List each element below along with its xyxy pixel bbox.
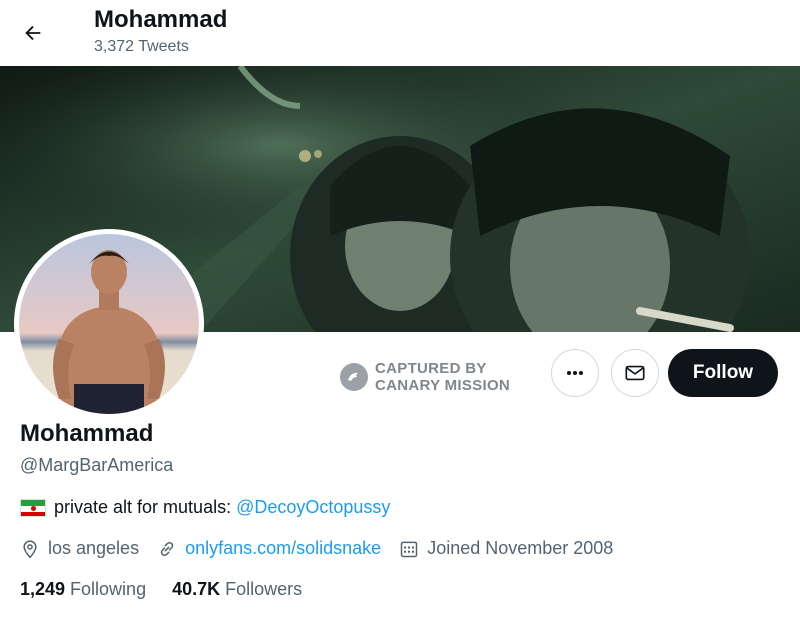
profile-bio: private alt for mutuals: @DecoyOctopussy [20, 497, 390, 518]
followers-count: 40.7K [172, 579, 221, 599]
profile-meta: los angeles onlyfans.com/solidsnake Join… [20, 538, 631, 559]
link-icon [160, 541, 174, 556]
envelope-icon [625, 365, 645, 381]
back-button[interactable] [14, 14, 52, 52]
follow-button[interactable]: Follow [668, 349, 778, 397]
bio-text: private alt for mutuals: [54, 497, 232, 517]
profile-avatar[interactable] [14, 229, 204, 419]
header-name: Mohammad [94, 6, 228, 33]
website-item[interactable]: onlyfans.com/solidsnake [157, 538, 381, 559]
followers-stat[interactable]: 40.7K Followers [172, 579, 302, 600]
more-horizontal-icon [567, 371, 583, 375]
avatar-image [19, 234, 199, 414]
more-options-button[interactable] [551, 349, 599, 397]
profile-handle: @MargBarAmerica [20, 455, 174, 475]
location-item: los angeles [20, 538, 139, 559]
header-tweet-count: 3,372 Tweets [94, 38, 189, 55]
profile-stats: 1,249 Following 40.7K Followers [20, 579, 328, 600]
canary-logo-icon [340, 363, 368, 391]
stamp-line-2: CANARY MISSION [375, 377, 511, 394]
location-text: los angeles [48, 538, 140, 558]
top-bar: Mohammad 3,372 Tweets [0, 0, 800, 66]
stamp-line-1: CAPTURED BY [375, 360, 487, 377]
joined-item: Joined November 2008 [399, 538, 613, 559]
following-count: 1,249 [20, 579, 66, 599]
message-button[interactable] [611, 349, 659, 397]
canary-mission-stamp: CAPTURED BY CANARY MISSION [340, 359, 530, 395]
iran-flag-icon [20, 498, 46, 517]
calendar-icon [400, 541, 418, 557]
following-stat[interactable]: 1,249 Following [20, 579, 146, 600]
profile-display-name: Mohammad [20, 420, 154, 447]
following-label: Following [70, 579, 147, 599]
bio-mention-link[interactable]: @DecoyOctopussy [236, 497, 390, 518]
website-link[interactable]: onlyfans.com/solidsnake [185, 538, 381, 559]
joined-text: Joined November 2008 [427, 538, 614, 558]
arrow-left-icon [25, 25, 41, 41]
location-pin-icon [23, 539, 37, 558]
followers-label: Followers [225, 579, 303, 599]
